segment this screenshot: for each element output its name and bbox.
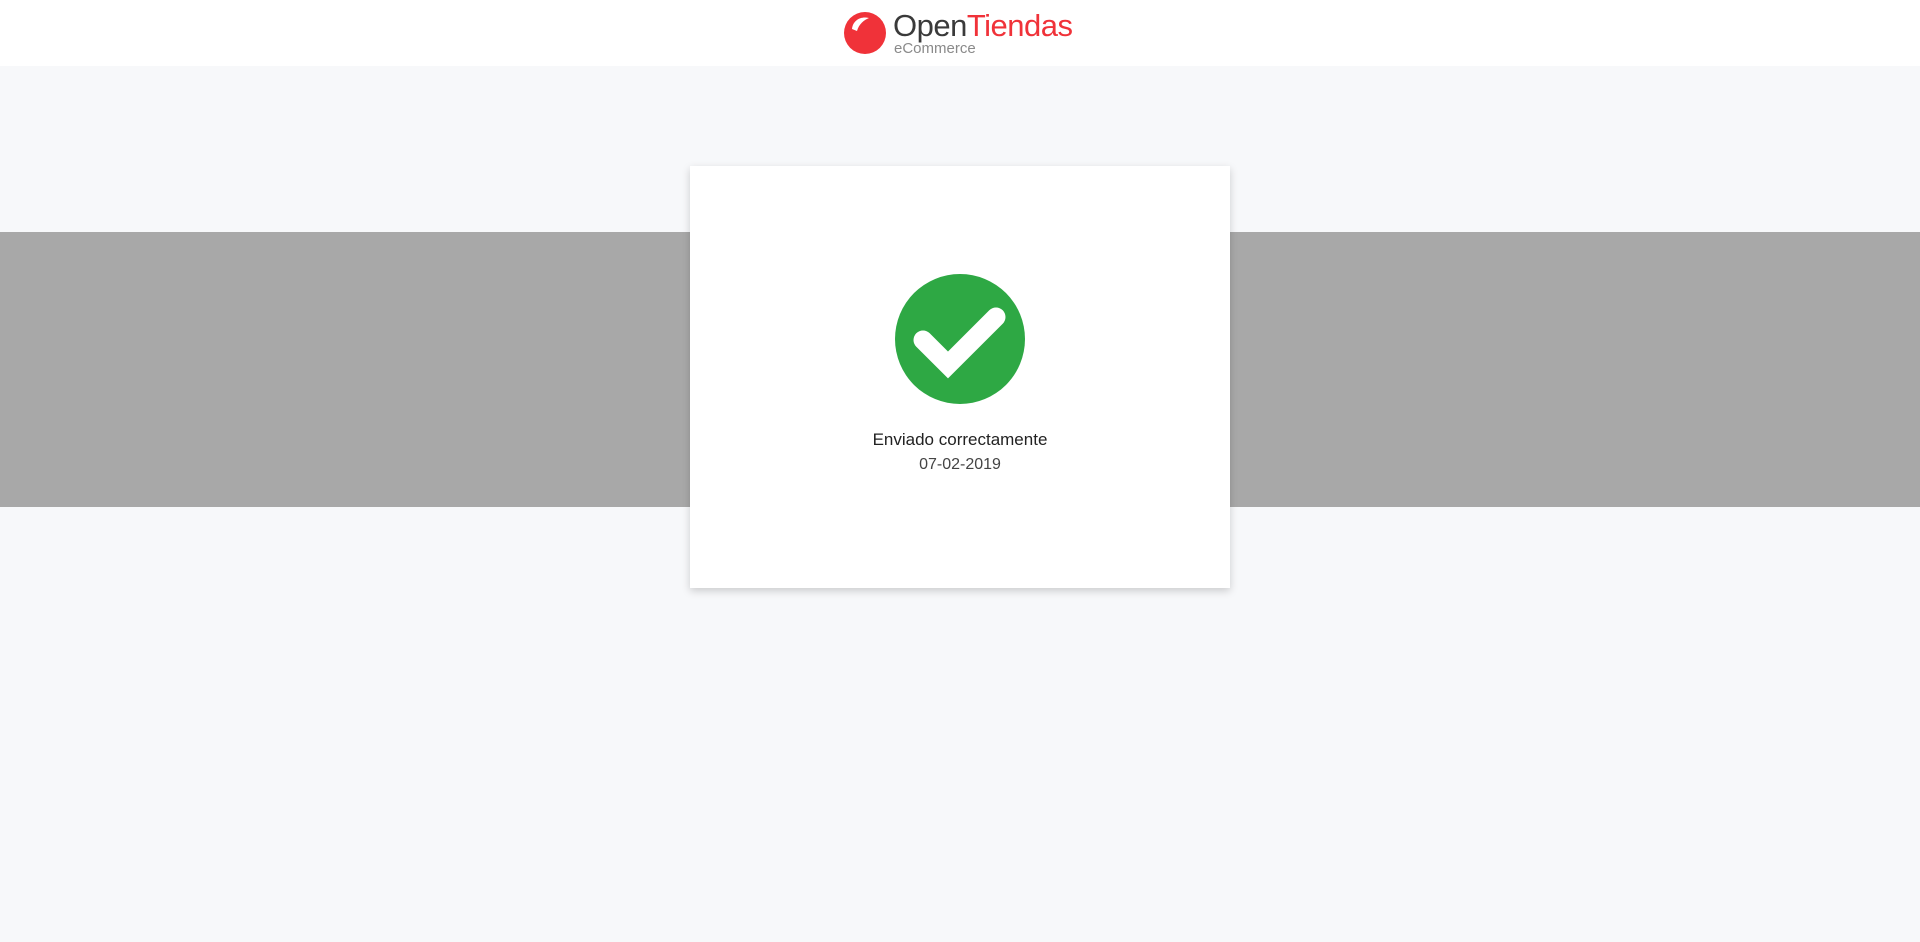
top-header: OpenTiendas eCommerce [0,0,1920,66]
opentiendas-logo[interactable]: OpenTiendas eCommerce [843,8,1083,60]
status-title: Enviado correctamente [872,430,1048,449]
check-circle-icon [895,274,1025,404]
logo-mark-icon [844,12,886,54]
confirmation-card: Enviado correctamente 07-02-2019 [690,166,1230,588]
logo-wordmark: OpenTiendas [893,8,1073,44]
status-date: 07-02-2019 [919,456,1001,473]
logo-word-open: Open [893,8,967,43]
logo-tagline: eCommerce [894,40,976,57]
logo-word-tiendas: Tiendas [966,8,1073,43]
